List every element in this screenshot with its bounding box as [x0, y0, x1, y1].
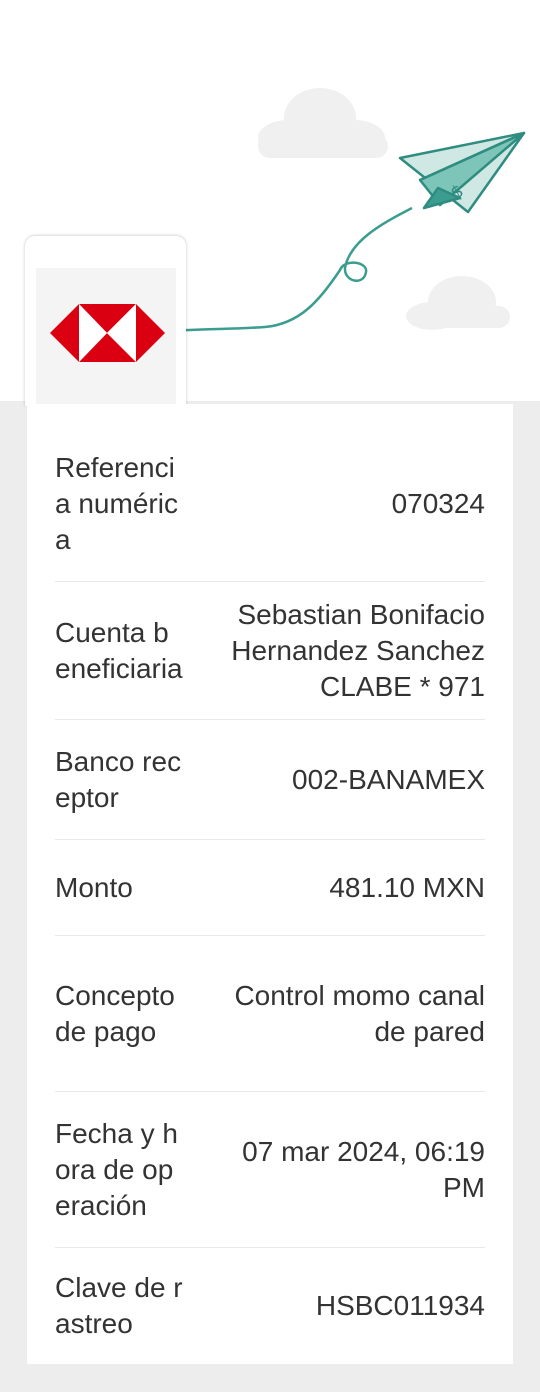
detail-label: Fecha y hora de operación [55, 1117, 178, 1221]
detail-value: 002-BANAMEX [183, 762, 485, 798]
detail-value-line: HSBC011934 [315, 1290, 485, 1321]
detail-label: Referencia numérica [55, 451, 178, 555]
detail-value: Sebastian Bonifacio Hernandez Sanchez CL… [183, 597, 485, 705]
detail-value-line: 002-BANAMEX [292, 763, 485, 795]
cloud-icon [406, 276, 510, 330]
detail-value-line: de pared [374, 1015, 485, 1047]
detail-value-line: Hernandez Sanchez [231, 634, 485, 666]
bank-logo-tab [25, 236, 186, 406]
detail-value-line: CLABE * 971 [320, 670, 485, 702]
detail-row-referencia: Referencia numérica 070324 [55, 426, 485, 582]
detail-value-line: 07 mar 2024, 06:19 [242, 1135, 485, 1167]
hsbc-logo [36, 268, 176, 406]
detail-value-line: Sebastian Bonifacio [237, 598, 485, 630]
detail-row-clave: Clave de rastreo HSBC011934 [55, 1248, 485, 1364]
detail-value: 07 mar 2024, 06:19 PM [183, 1134, 485, 1206]
detail-value: 481.10 MXN [183, 870, 485, 906]
detail-row-cuenta: Cuenta beneficiaria Sebastian Bonifacio … [55, 582, 485, 720]
detail-value-line: PM [443, 1171, 485, 1203]
detail-label: Clave de rastreo [55, 1272, 183, 1339]
detail-row-monto: Monto 481.10 MXN [55, 840, 485, 936]
detail-label: Monto [55, 871, 133, 903]
detail-value: HSBC011934 [183, 1288, 485, 1324]
detail-value-line: Control momo canal [234, 979, 485, 1011]
detail-value-line: 481.10 MXN [329, 871, 485, 903]
detail-value: Control momo canal de pared [183, 978, 485, 1050]
detail-value: 070324 [183, 486, 485, 522]
detail-value-line: 070324 [391, 487, 485, 519]
transfer-details-card: Referencia numérica 070324 Cuenta benefi… [27, 404, 513, 1364]
hsbc-hexagon-icon [50, 304, 165, 362]
detail-label: Cuenta beneficiaria [55, 616, 183, 684]
detail-label: Banco receptor [55, 745, 182, 813]
detail-row-concepto: Concepto de pago Control momo canal de p… [55, 936, 485, 1092]
detail-label: Concepto de pago [55, 979, 175, 1047]
cloud-icon [258, 88, 388, 158]
detail-row-fecha: Fecha y hora de operación 07 mar 2024, 0… [55, 1092, 485, 1248]
paper-plane-icon: $ [398, 131, 526, 214]
detail-row-banco: Banco receptor 002-BANAMEX [55, 720, 485, 840]
flight-path [169, 206, 413, 333]
